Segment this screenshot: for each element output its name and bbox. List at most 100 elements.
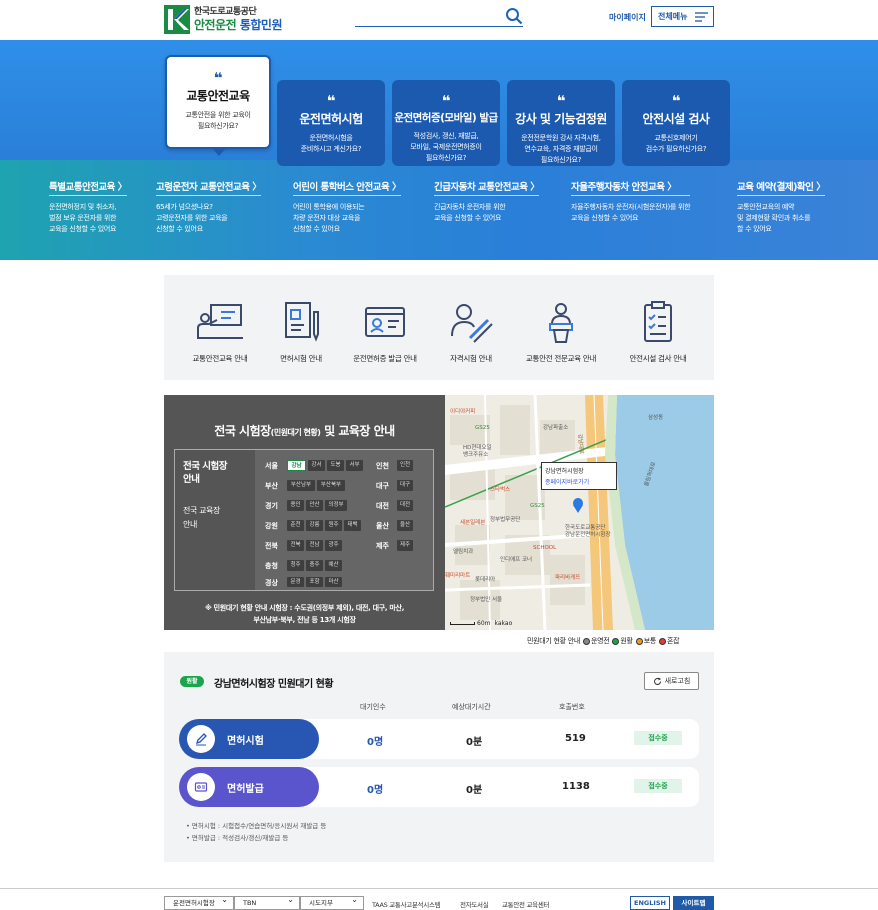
category-label: 면허발급 bbox=[227, 783, 264, 795]
test-center-button[interactable]: 울산 bbox=[397, 520, 413, 531]
test-center-button[interactable]: 강릉 bbox=[306, 520, 323, 531]
map-label: 스타벅스 bbox=[490, 487, 511, 493]
test-center-button[interactable]: 강서 bbox=[308, 460, 325, 471]
search-icon[interactable] bbox=[505, 7, 523, 25]
quick-menu-professional-education[interactable]: 교통안전 전문교육 안내 bbox=[516, 300, 606, 364]
test-center-button[interactable]: 대구 bbox=[397, 480, 413, 491]
map-label: 정부법무공단 bbox=[490, 517, 521, 523]
sub-school-bus[interactable]: 어린이 통학버스 안전교육 〉 어린이 통학용에 이용되는 차량 운전자 대상 … bbox=[293, 179, 402, 235]
test-center-button[interactable]: 포항 bbox=[306, 577, 323, 587]
card-desc: 운전전문학원 강사 자격시험, 연수교육, 자격증 재발급이 필요하신가요? bbox=[521, 134, 601, 164]
expected-wait-time: 0분 bbox=[466, 737, 483, 748]
card-desc: 운전면허시험을 준비하시고 계신가요? bbox=[300, 134, 362, 153]
mypage-link[interactable]: 마이페이지 bbox=[609, 12, 646, 23]
test-center-button[interactable]: 광주 bbox=[325, 540, 342, 551]
sub-reservation-check[interactable]: 교육 예약(결제)확인 〉 교통안전교육의 예약 및 결제현황 확인과 취소를 … bbox=[737, 179, 826, 235]
refresh-label: 새로고침 bbox=[664, 677, 691, 685]
call-number: 1138 bbox=[562, 781, 590, 792]
sub-desc: 운전면허정지 및 취소자, 벌점 보유 운전자를 위한 교육을 신청할 수 있어… bbox=[49, 203, 117, 233]
table-row: 면허발급 0명 0분 1138 접수중 bbox=[179, 767, 699, 807]
refresh-button[interactable]: 새로고침 bbox=[644, 672, 699, 690]
map-label: 롯데리아 bbox=[475, 577, 496, 583]
quick-menu-qualification-exam[interactable]: 자격시험 안내 bbox=[426, 300, 516, 364]
test-center-button[interactable]: 부산남부 bbox=[287, 480, 315, 491]
test-center-button[interactable]: 인천 bbox=[397, 460, 413, 471]
map-label: 인디애프 코너 bbox=[500, 557, 533, 563]
test-center-button[interactable]: 의정부 bbox=[325, 500, 347, 511]
map-label: 파리바게뜨 bbox=[555, 575, 581, 581]
test-center-button[interactable]: 문경 bbox=[287, 577, 304, 587]
quick-menu-exam[interactable]: 면허시험 안내 bbox=[256, 300, 346, 364]
card-title: 운전면허시험 bbox=[299, 112, 363, 126]
footer-link-library[interactable]: 전자도서실 bbox=[460, 899, 489, 909]
sub-title: 교육 예약(결제)확인 〉 bbox=[737, 179, 826, 196]
all-menu-button[interactable]: 전체메뉴 bbox=[651, 6, 714, 27]
card-instructor-examiner[interactable]: ❝ 강사 및 기능검정원 운전전문학원 강사 자격시험, 연수교육, 자격증 재… bbox=[507, 80, 615, 166]
region-label: 제주 bbox=[376, 542, 389, 550]
quote-icon: ❝ bbox=[213, 69, 223, 87]
sub-desc: 자율주행자동차 운전자(시험운전자)를 위한 교육을 신청할 수 있어요 bbox=[571, 203, 691, 222]
column-header: 대기인수 bbox=[360, 703, 386, 711]
card-traffic-safety-education[interactable]: ❝ 교통안전교육 교통안전을 위한 교육이 필요하신가요? bbox=[165, 55, 271, 156]
note-line: • 면허발급 : 적성검사/갱신/재발급 등 bbox=[186, 834, 289, 842]
test-center-button[interactable]: 원주 bbox=[325, 520, 342, 531]
sub-emergency-vehicle[interactable]: 긴급자동차 교통안전교육 〉 긴급자동차 운전자를 위한 교육을 신청할 수 있… bbox=[434, 179, 540, 224]
quote-icon: ❝ bbox=[671, 92, 681, 110]
wait-status-panel: 원활 강남면허시험장 민원대기 현황 새로고침 대기인수 예상대기시간 호출번호… bbox=[164, 652, 714, 862]
test-center-button[interactable]: 용인 bbox=[287, 500, 304, 511]
test-center-button[interactable]: 안산 bbox=[306, 500, 323, 511]
test-center-button[interactable]: 대전 bbox=[397, 500, 413, 511]
english-button[interactable]: ENGLISH bbox=[630, 896, 670, 910]
card-desc: 교통신호제어기 검수가 필요하신가요? bbox=[645, 134, 707, 153]
note-line: • 면허시험 : 시험접수/연습면허/응시원서 재발급 등 bbox=[186, 822, 327, 830]
test-center-button[interactable]: 춘천 bbox=[287, 520, 304, 531]
card-license-exam[interactable]: ❝ 운전면허시험 운전면허시험을 준비하시고 계신가요? bbox=[277, 80, 385, 166]
legend-swatch bbox=[635, 637, 643, 645]
region-label: 부산 bbox=[265, 482, 278, 490]
map-scale-label: 60m bbox=[477, 620, 491, 627]
quick-menu-facility-inspection[interactable]: 안전시설 검사 안내 bbox=[613, 300, 703, 364]
test-center-button[interactable]: 충주 bbox=[306, 560, 323, 571]
test-center-button[interactable]: 전남 bbox=[306, 540, 323, 551]
card-title: 운전면허증(모바일) 발급 bbox=[394, 112, 498, 124]
sitemap-button[interactable]: 사이트맵 bbox=[673, 896, 714, 910]
test-center-button[interactable]: 태백 bbox=[344, 520, 361, 531]
test-center-button[interactable]: 부산북부 bbox=[317, 480, 345, 491]
footer-select-tbn[interactable]: TBN bbox=[234, 894, 300, 910]
legend-label: 원활 bbox=[620, 637, 633, 645]
map-popup-link[interactable]: 종페이지바로가기 bbox=[545, 477, 613, 486]
education-center-nav-link[interactable]: 전국 교육장 안내 bbox=[183, 504, 227, 532]
test-center-button[interactable]: 전북 bbox=[287, 540, 304, 551]
footer-link-taas[interactable]: TAAS 교통사고분석시스템 bbox=[372, 899, 441, 909]
test-center-button[interactable]: 청주 bbox=[287, 560, 304, 571]
expected-wait-time: 0분 bbox=[466, 785, 483, 796]
card-title: 교통안전교육 bbox=[186, 89, 250, 103]
sub-special-education[interactable]: 특별교통안전교육 〉 운전면허정지 및 취소자, 벌점 보유 운전자를 위한 교… bbox=[49, 179, 127, 235]
card-safety-facility-inspection[interactable]: ❝ 안전시설 검사 교통신호제어기 검수가 필요하신가요? bbox=[622, 80, 730, 166]
sub-title: 긴급자동차 교통안전교육 〉 bbox=[434, 179, 540, 196]
site-header: 한국도로교통공단 안전운전 통합민원 마이페이지 전체메뉴 bbox=[0, 0, 878, 40]
footer-select-test-center[interactable]: 운전면허시험장 bbox=[164, 894, 234, 910]
test-center-button[interactable]: 예산 bbox=[325, 560, 342, 571]
map-view[interactable]: 강남면허시험장 종페이지바로가기 이디야커피 강남파출소 삼성동 GS25 HD… bbox=[445, 395, 714, 630]
map-label: GS25 bbox=[530, 503, 545, 509]
footer-link-education-center[interactable]: 교통안전 교육센터 bbox=[502, 899, 550, 909]
map-popup-title: 강남면허시험장 bbox=[545, 468, 584, 475]
test-center-button[interactable]: 강남 bbox=[287, 460, 306, 471]
sub-autonomous-vehicle[interactable]: 자율주행자동차 안전교육 〉 자율주행자동차 운전자(시험운전자)를 위한 교육… bbox=[571, 179, 691, 224]
test-center-button[interactable]: 서부 bbox=[346, 460, 363, 471]
refresh-icon bbox=[653, 677, 661, 685]
card-license-issuance[interactable]: ❝ 운전면허증(모바일) 발급 적성검사, 갱신, 재발급, 모바일, 국제운전… bbox=[392, 80, 500, 166]
footer-select-branch[interactable]: 시도지부 bbox=[300, 894, 364, 910]
sub-elderly-driver[interactable]: 고령운전자 교통안전교육 〉 65세가 넘으셨나요? 고령운전자를 위한 교육을… bbox=[156, 179, 262, 235]
quick-menu-education[interactable]: 교통안전교육 안내 bbox=[175, 300, 265, 364]
search-input[interactable] bbox=[355, 7, 523, 27]
test-center-button[interactable]: 마산 bbox=[325, 577, 342, 587]
card-desc: 적성검사, 갱신, 재발급, 모바일, 국제운전면허증이 필요하신가요? bbox=[410, 132, 482, 162]
quick-menu-license-issue[interactable]: 운전면허증 발급 안내 bbox=[340, 300, 430, 364]
test-center-button[interactable]: 제주 bbox=[397, 540, 413, 551]
site-logo[interactable]: 한국도로교통공단 안전운전 통합민원 bbox=[164, 5, 283, 34]
test-center-nav-link[interactable]: 전국 시험장 안내 bbox=[183, 460, 228, 486]
test-center-button[interactable]: 도봉 bbox=[327, 460, 344, 471]
legend-title: 민원대기 현황 안내 bbox=[527, 637, 580, 645]
